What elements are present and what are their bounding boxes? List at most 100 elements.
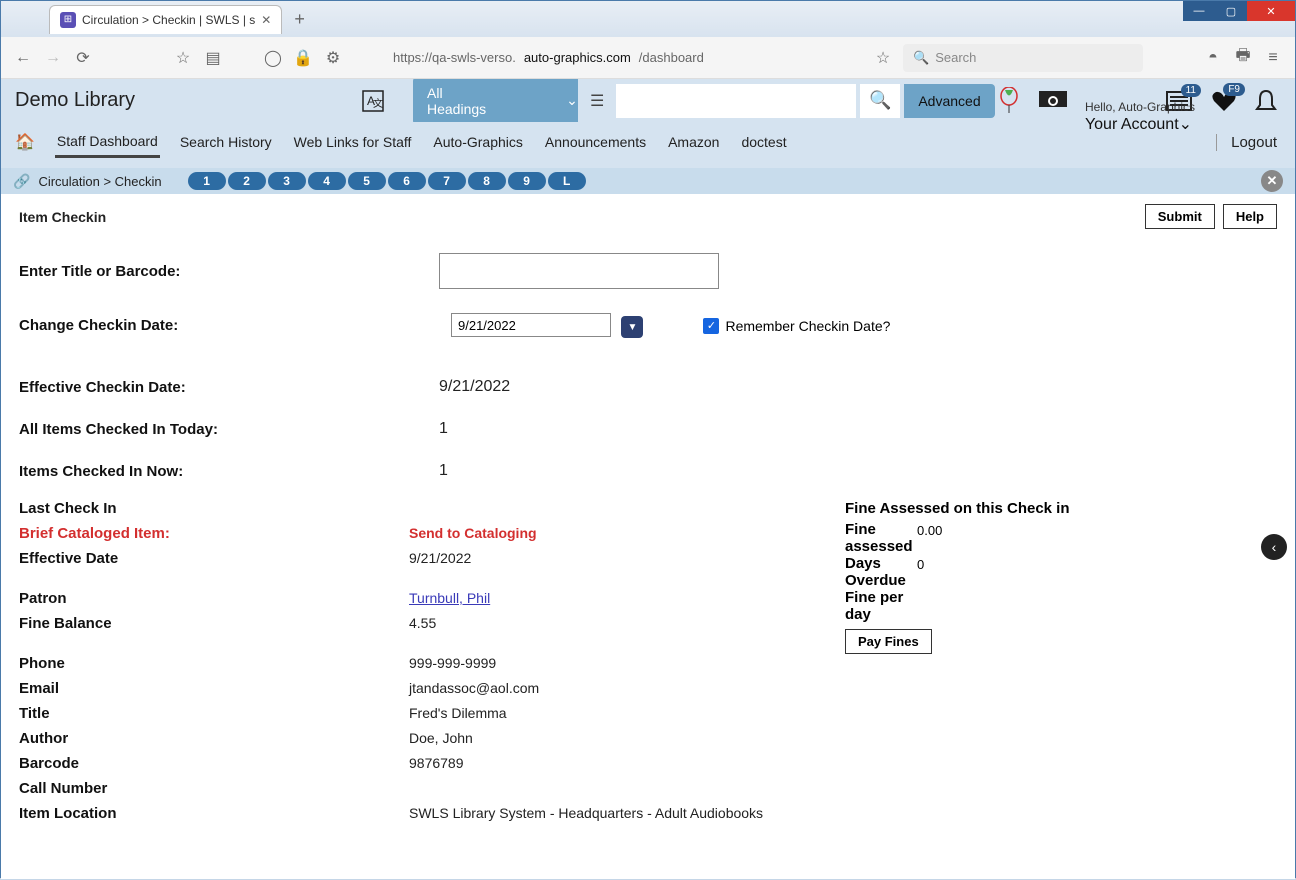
quick-tab-3[interactable]: 3 xyxy=(268,172,306,190)
quick-tab-9[interactable]: 9 xyxy=(508,172,546,190)
page-body: Item Checkin Submit Help Enter Title or … xyxy=(1,194,1295,848)
url-domain: auto-graphics.com xyxy=(524,50,631,65)
pocket-icon[interactable]: ◓ xyxy=(1203,49,1223,67)
advanced-search-button[interactable]: Advanced xyxy=(904,84,994,118)
label-fine-balance: Fine Balance xyxy=(19,615,229,655)
heading-dropdown[interactable]: All Headings ⌄ xyxy=(413,79,578,125)
label-change-date: Change Checkin Date: xyxy=(19,317,439,334)
heart-badge: F9 xyxy=(1223,83,1245,96)
help-button[interactable]: Help xyxy=(1223,204,1277,229)
search-icon: 🔍 xyxy=(913,50,929,66)
back-button[interactable]: ← xyxy=(13,49,33,67)
barcode-input[interactable] xyxy=(439,253,719,289)
bookmark-star-icon[interactable]: ☆ xyxy=(173,48,193,68)
chain-icon: 🔗 xyxy=(13,173,30,190)
account-link: Your Account xyxy=(1085,116,1179,133)
window-titlebar: — ▢ ✕ ⊞ Circulation > Checkin | SWLS | s… xyxy=(1,1,1295,37)
patron-link[interactable]: Turnbull, Phil xyxy=(409,590,490,606)
label-days-overdue: Days Overdue xyxy=(845,555,917,589)
label-remember-date: Remember Checkin Date? xyxy=(725,318,890,334)
home-icon[interactable]: 🏠 xyxy=(13,126,37,158)
window-close-button[interactable]: ✕ xyxy=(1247,1,1295,21)
value-item-location: SWLS Library System - Headquarters - Adu… xyxy=(409,805,849,845)
search-placeholder: Search xyxy=(935,50,976,65)
quick-tab-1[interactable]: 1 xyxy=(188,172,226,190)
nav-web-links[interactable]: Web Links for Staff xyxy=(292,128,414,156)
label-fine-per-day: Fine per day xyxy=(845,589,917,623)
quick-tab-5[interactable]: 5 xyxy=(348,172,386,190)
account-block[interactable]: Hello, Auto-Graphics Your Account⌄ xyxy=(1085,100,1195,134)
remember-date-checkbox[interactable]: ✓ xyxy=(703,318,719,334)
reload-button[interactable]: ⟳ xyxy=(73,48,93,68)
quick-tab-6[interactable]: 6 xyxy=(388,172,426,190)
label-item-location: Item Location xyxy=(19,805,229,845)
hamburger-menu-icon[interactable]: ≡ xyxy=(1263,49,1283,67)
window-maximize-button[interactable]: ▢ xyxy=(1215,1,1247,21)
browser-tab[interactable]: ⊞ Circulation > Checkin | SWLS | s ✕ xyxy=(49,5,282,34)
favorites-heart-icon[interactable]: F9 xyxy=(1211,89,1237,113)
library-icon[interactable]: ▤ xyxy=(203,48,223,68)
window-minimize-button[interactable]: — xyxy=(1183,1,1215,21)
main-nav: 🏠 Staff Dashboard Search History Web Lin… xyxy=(1,122,1295,168)
search-button[interactable]: 🔍 xyxy=(860,84,900,118)
label-checked-now: Items Checked In Now: xyxy=(19,463,439,480)
label-phone: Phone xyxy=(19,655,229,680)
bell-icon[interactable] xyxy=(1255,89,1277,113)
breadcrumb-text[interactable]: Circulation > Checkin xyxy=(38,174,161,189)
breadcrumb-bar: 🔗 Circulation > Checkin 1 2 3 4 5 6 7 8 … xyxy=(1,168,1295,194)
balloon-icon[interactable] xyxy=(999,87,1019,115)
label-brief-item: Brief Cataloged Item: xyxy=(19,525,229,550)
bookmark-icon[interactable]: ☆ xyxy=(873,48,893,68)
forward-button[interactable]: → xyxy=(43,49,63,67)
send-to-cataloging: Send to Cataloging xyxy=(409,525,849,550)
side-collapse-button[interactable]: ‹ xyxy=(1261,534,1287,560)
checkin-date-input[interactable] xyxy=(451,313,611,337)
label-author: Author xyxy=(19,730,229,755)
nav-doctest[interactable]: doctest xyxy=(739,128,788,156)
nav-staff-dashboard[interactable]: Staff Dashboard xyxy=(55,127,160,158)
value-email: jtandassoc@aol.com xyxy=(409,680,849,705)
tab-close-button[interactable]: ✕ xyxy=(261,13,271,27)
value-all-today: 1 xyxy=(439,420,448,438)
url-prefix: https://qa-swls-verso. xyxy=(393,50,516,65)
quick-tab-7[interactable]: 7 xyxy=(428,172,466,190)
fines-title: Fine Assessed on this Check in xyxy=(845,500,1265,517)
nav-announcements[interactable]: Announcements xyxy=(543,128,648,156)
help-book-icon[interactable] xyxy=(1037,89,1069,113)
hello-text: Hello, Auto-Graphics xyxy=(1085,100,1195,114)
label-patron: Patron xyxy=(19,590,229,615)
label-fine-assessed: Fine assessed xyxy=(845,521,917,555)
pay-fines-button[interactable]: Pay Fines xyxy=(845,629,932,654)
label-barcode: Barcode xyxy=(19,755,229,780)
panel-close-button[interactable]: ✕ xyxy=(1261,170,1283,192)
submit-button[interactable]: Submit xyxy=(1145,204,1215,229)
label-last-checkin: Last Check In xyxy=(19,500,229,525)
address-bar[interactable]: https://qa-swls-verso.auto-graphics.com/… xyxy=(393,50,704,65)
value-fine-balance: 4.55 xyxy=(409,615,849,655)
search-icon: 🔍 xyxy=(869,90,891,111)
nav-search-history[interactable]: Search History xyxy=(178,128,274,156)
date-picker-button[interactable]: ▼ xyxy=(621,316,643,338)
permissions-icon[interactable]: ⚙ xyxy=(323,48,343,68)
value-checked-now: 1 xyxy=(439,462,448,480)
database-icon[interactable]: ☰ xyxy=(582,91,612,111)
browser-search-input[interactable]: 🔍 Search xyxy=(903,44,1143,72)
value-author: Doe, John xyxy=(409,730,849,755)
print-icon[interactable]: 🖶 xyxy=(1233,44,1253,71)
quick-tab-8[interactable]: 8 xyxy=(468,172,506,190)
nav-amazon[interactable]: Amazon xyxy=(666,128,721,156)
nav-auto-graphics[interactable]: Auto-Graphics xyxy=(431,128,524,156)
value-effective-date: 9/21/2022 xyxy=(439,378,510,396)
library-name: Demo Library xyxy=(15,89,135,112)
quick-tab-4[interactable]: 4 xyxy=(308,172,346,190)
logout-link[interactable]: Logout xyxy=(1216,134,1277,151)
browser-toolbar: ← → ⟳ ☆ ▤ ◯ 🔒 ⚙ https://qa-swls-verso.au… xyxy=(1,37,1295,79)
new-tab-button[interactable]: + xyxy=(294,9,305,30)
catalog-search-input[interactable] xyxy=(616,84,856,118)
value-call-number xyxy=(409,780,849,805)
language-icon[interactable]: A文 xyxy=(361,89,385,113)
quick-tab-L[interactable]: L xyxy=(548,172,586,190)
label-title: Title xyxy=(19,705,229,730)
shield-icon[interactable]: ◯ xyxy=(263,48,283,68)
quick-tab-2[interactable]: 2 xyxy=(228,172,266,190)
